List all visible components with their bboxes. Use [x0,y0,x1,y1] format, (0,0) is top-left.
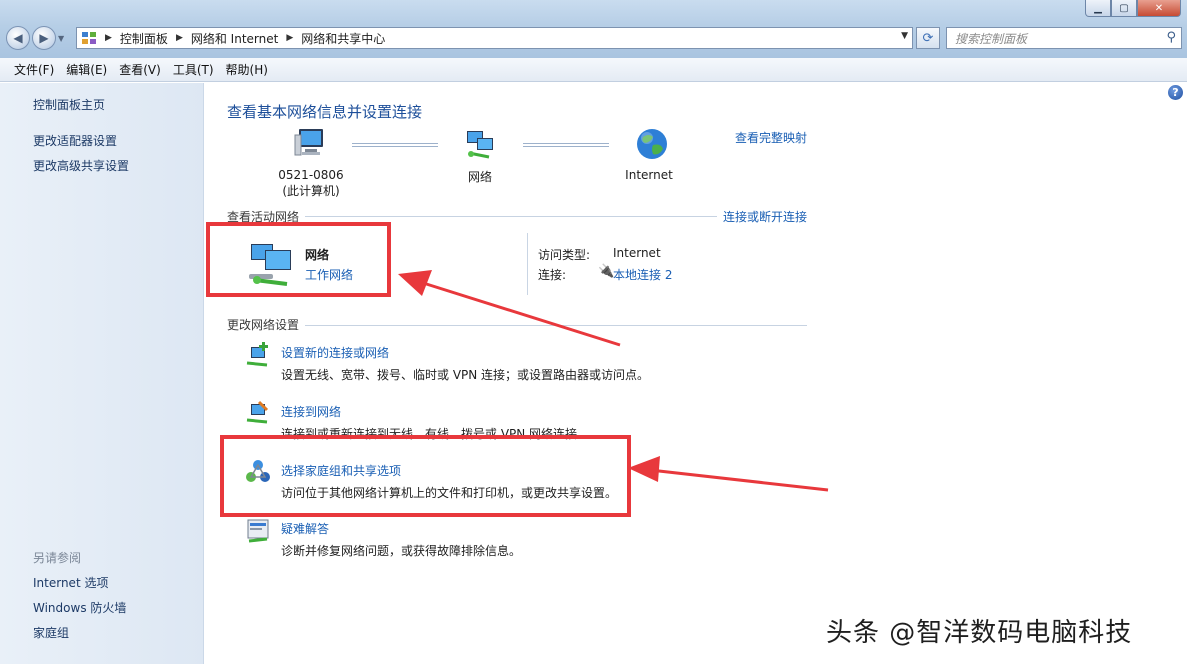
connect-network-icon [246,400,269,424]
nav-buttons: ◀ ▶ ▼ [6,26,68,50]
chevron-right-icon: ▶ [286,33,294,43]
breadcrumb-control-panel[interactable]: 控制面板 [120,30,168,47]
minimize-button[interactable]: ▁ [1085,0,1111,17]
window-titlebar: ▁ ▢ ✕ ◀ ▶ ▼ ▶ 控制面板 ▶ 网络和 Internet ▶ 网络和共… [0,0,1187,58]
menu-view[interactable]: 查看(V) [113,61,167,78]
help-icon[interactable]: ? [1168,85,1183,100]
connection-label: 连接: [538,268,567,282]
see-also-title: 另请参阅 [33,551,82,565]
forward-arrow-icon: ▶ [39,31,49,45]
close-button[interactable]: ✕ [1137,0,1181,17]
menu-help[interactable]: 帮助(H) [220,61,274,78]
map-internet-label: Internet [625,168,673,182]
window-controls: ▁ ▢ ✕ [1085,0,1181,17]
menu-tools[interactable]: 工具(T) [167,61,220,78]
ethernet-icon: 🔌 [598,264,615,279]
menu-bar: 文件(F) 编辑(E) 查看(V) 工具(T) 帮助(H) [0,58,1187,82]
search-input[interactable]: 搜索控制面板 ⚲ [946,27,1182,49]
local-connection-link[interactable]: 本地连接 2 [613,266,672,283]
map-network-label: 网络 [467,170,492,184]
internet-globe-icon [637,129,667,159]
task-setup-connection-desc: 设置无线、宽带、拨号、临时或 VPN 连接；或设置路由器或访问点。 [281,368,650,382]
maximize-button[interactable]: ▢ [1111,0,1137,17]
task-connect-network-link[interactable]: 连接到网络 [281,403,341,420]
back-arrow-icon: ◀ [13,31,23,45]
breadcrumb-network-internet[interactable]: 网络和 Internet [191,30,278,47]
section-divider [305,216,717,217]
watermark: 头条 @智洋数码电脑科技 [826,618,1133,648]
sidebar-link-home[interactable]: 控制面板主页 [33,96,105,113]
chevron-down-icon[interactable]: ▼ [901,31,908,41]
forward-button[interactable]: ▶ [32,26,56,50]
highlight-box-active-network [206,222,391,297]
vertical-divider [527,233,528,295]
view-full-map-link[interactable]: 查看完整映射 [735,129,807,146]
refresh-button[interactable]: ⟳ [916,27,940,49]
task-setup-connection-link[interactable]: 设置新的连接或网络 [281,344,389,361]
sidebar-link-advanced-sharing[interactable]: 更改高级共享设置 [33,157,129,174]
computer-name: 0521-0806 [278,168,344,182]
task-troubleshoot-link[interactable]: 疑难解答 [281,520,329,537]
access-type-label: 访问类型: [538,248,591,262]
new-connection-icon [246,342,268,367]
recent-pages-dropdown[interactable]: ▼ [58,34,68,43]
chevron-right-icon: ▶ [175,33,183,43]
address-bar[interactable]: ▶ 控制面板 ▶ 网络和 Internet ▶ 网络和共享中心 ▼ [76,27,913,49]
sidebar: 控制面板主页 更改适配器设置 更改高级共享设置 另请参阅 Internet 选项… [0,83,204,664]
control-panel-icon [82,32,96,44]
sidebar-link-internet-options[interactable]: Internet 选项 [33,574,108,591]
search-icon[interactable]: ⚲ [1166,30,1176,45]
chevron-right-icon: ▶ [105,33,112,43]
breadcrumb-network-sharing-center[interactable]: 网络和共享中心 [301,30,385,47]
menu-edit[interactable]: 编辑(E) [60,61,113,78]
section-divider [305,325,807,326]
troubleshoot-icon [247,519,269,543]
map-computer: 0521-0806 (此计算机) [271,168,351,199]
map-connector-line [352,143,438,147]
task-troubleshoot-desc: 诊断并修复网络问题，或获得故障排除信息。 [281,544,522,558]
map-connector-line [523,143,609,147]
sidebar-link-firewall[interactable]: Windows 防火墙 [33,599,126,616]
sidebar-link-homegroup[interactable]: 家庭组 [33,624,69,641]
page-title: 查看基本网络信息并设置连接 [227,103,423,121]
computer-subtitle: (此计算机) [282,184,340,198]
network-icon [467,131,493,159]
access-type-value: Internet [613,246,661,260]
change-settings-header: 更改网络设置 [227,318,300,332]
computer-icon [294,129,323,156]
menu-file[interactable]: 文件(F) [8,61,60,78]
search-placeholder: 搜索控制面板 [955,31,1028,46]
highlight-box-homegroup [220,435,631,517]
back-button[interactable]: ◀ [6,26,30,50]
refresh-icon: ⟳ [922,30,934,46]
main-content: ? 查看基本网络信息并设置连接 查看完整映射 0521-0806 (此计算机) … [205,83,1187,664]
connect-disconnect-link[interactable]: 连接或断开连接 [723,208,807,225]
sidebar-link-adapter-settings[interactable]: 更改适配器设置 [33,132,117,149]
